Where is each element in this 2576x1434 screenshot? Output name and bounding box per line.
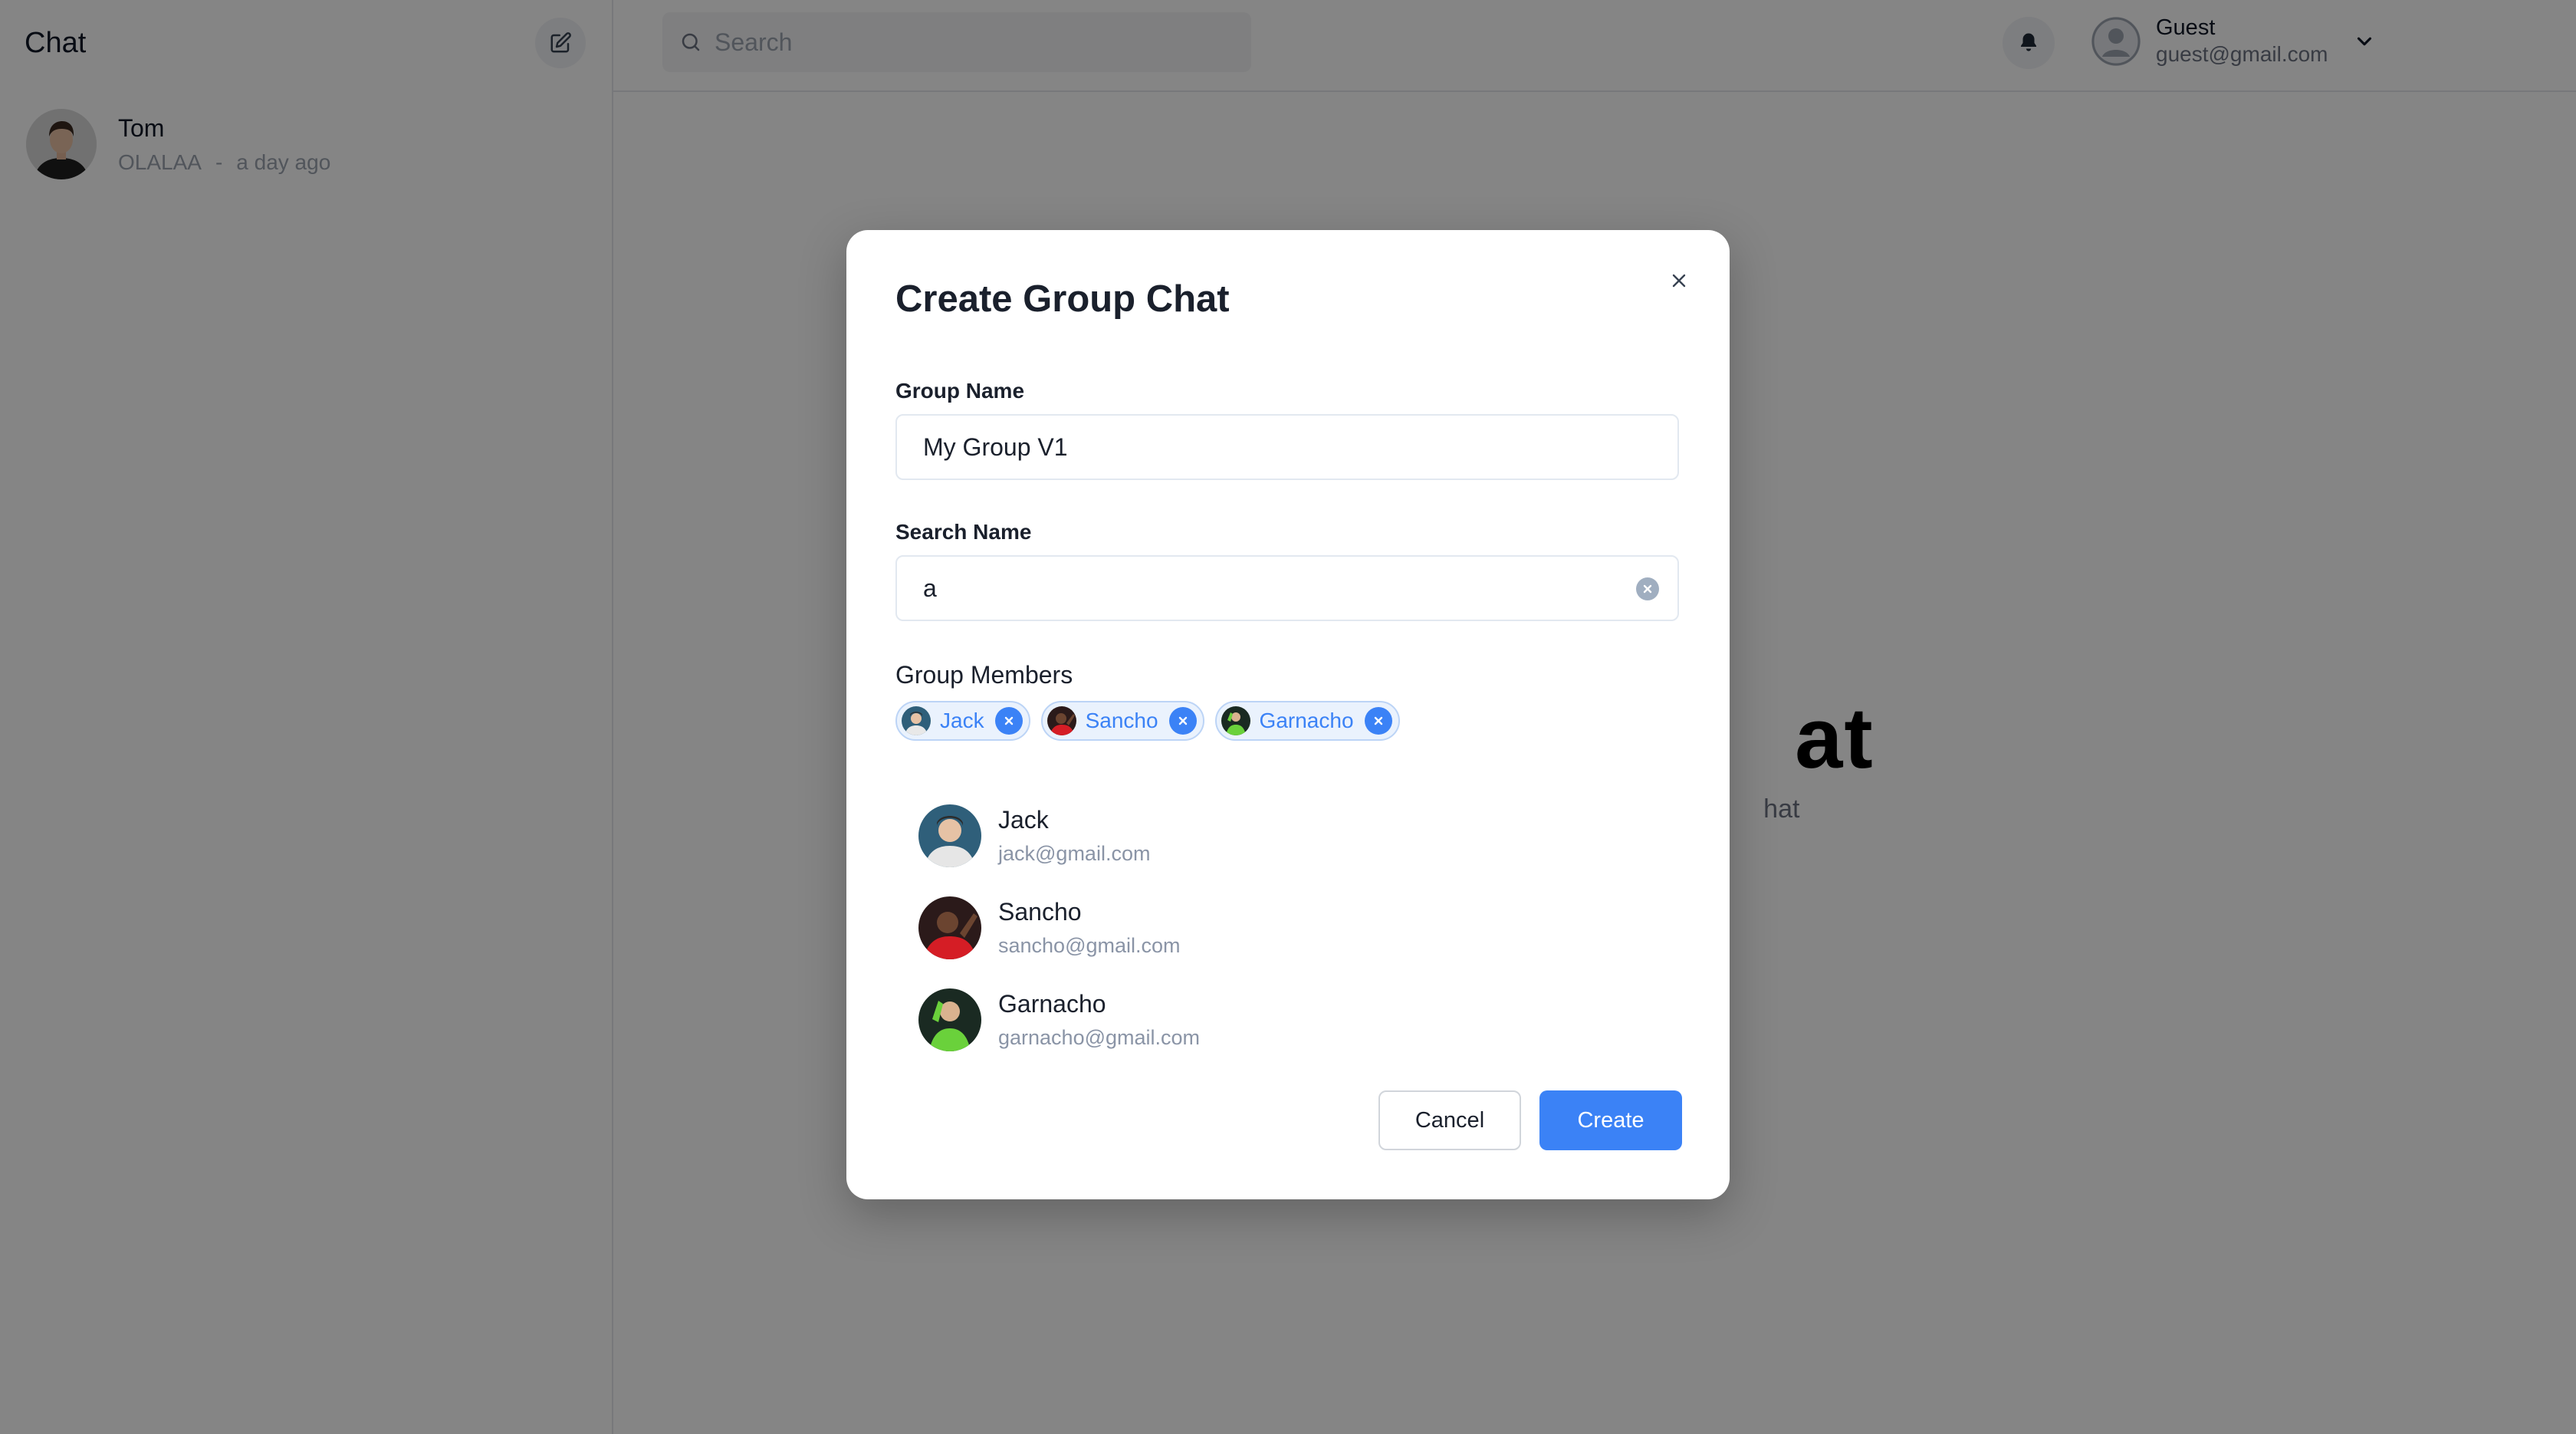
member-chips: Jack Sancho Garnacho [895,701,1400,741]
group-name-label: Group Name [895,379,1025,403]
list-item[interactable]: Garnacho garnacho@gmail.com [918,974,1200,1066]
avatar [918,896,981,959]
list-item[interactable]: Sancho sancho@gmail.com [918,882,1200,974]
create-button[interactable]: Create [1539,1090,1682,1150]
cancel-button[interactable]: Cancel [1378,1090,1521,1150]
member-chip-label: Jack [940,709,984,732]
avatar [918,988,981,1051]
search-name-input[interactable] [922,573,1615,604]
close-icon [1374,716,1382,725]
result-email: garnacho@gmail.com [998,1026,1201,1049]
group-members-label: Group Members [895,661,1073,689]
remove-member-button[interactable] [1168,707,1197,735]
member-chip-label: Sancho [1085,709,1158,732]
clear-search-button[interactable] [1636,577,1659,600]
group-name-field[interactable] [895,414,1679,480]
remove-member-button[interactable] [1364,707,1392,735]
result-email: sancho@gmail.com [998,934,1181,957]
member-chip-label: Garnacho [1259,709,1354,732]
search-results: Jack jack@gmail.com Sancho sancho@gmail.… [918,790,1200,1066]
member-chip-garnacho: Garnacho [1214,701,1400,741]
close-button[interactable] [1664,265,1694,296]
close-icon [1004,716,1013,725]
remove-member-button[interactable] [994,707,1023,735]
result-name: Jack [998,806,1049,834]
avatar [918,804,981,867]
search-name-label: Search Name [895,520,1032,544]
list-item[interactable]: Jack jack@gmail.com [918,790,1200,882]
avatar [1046,706,1076,735]
result-name: Sancho [998,898,1082,926]
close-icon [1178,716,1187,725]
modal-title: Create Group Chat [895,278,1230,320]
avatar [1221,706,1250,735]
member-chip-sancho: Sancho [1040,701,1204,741]
clear-icon [1643,584,1652,594]
search-name-field[interactable] [895,555,1679,621]
result-text: Garnacho garnacho@gmail.com [998,990,1200,1050]
result-text: Sancho sancho@gmail.com [998,898,1181,958]
close-icon [1672,274,1686,288]
group-name-input[interactable] [922,432,1615,462]
member-chip-jack: Jack [895,701,1030,741]
create-group-modal: Create Group Chat Group Name Search Name… [846,230,1730,1199]
avatar [902,706,931,735]
result-name: Garnacho [998,990,1106,1018]
result-email: jack@gmail.com [998,842,1151,865]
result-text: Jack jack@gmail.com [998,806,1150,866]
